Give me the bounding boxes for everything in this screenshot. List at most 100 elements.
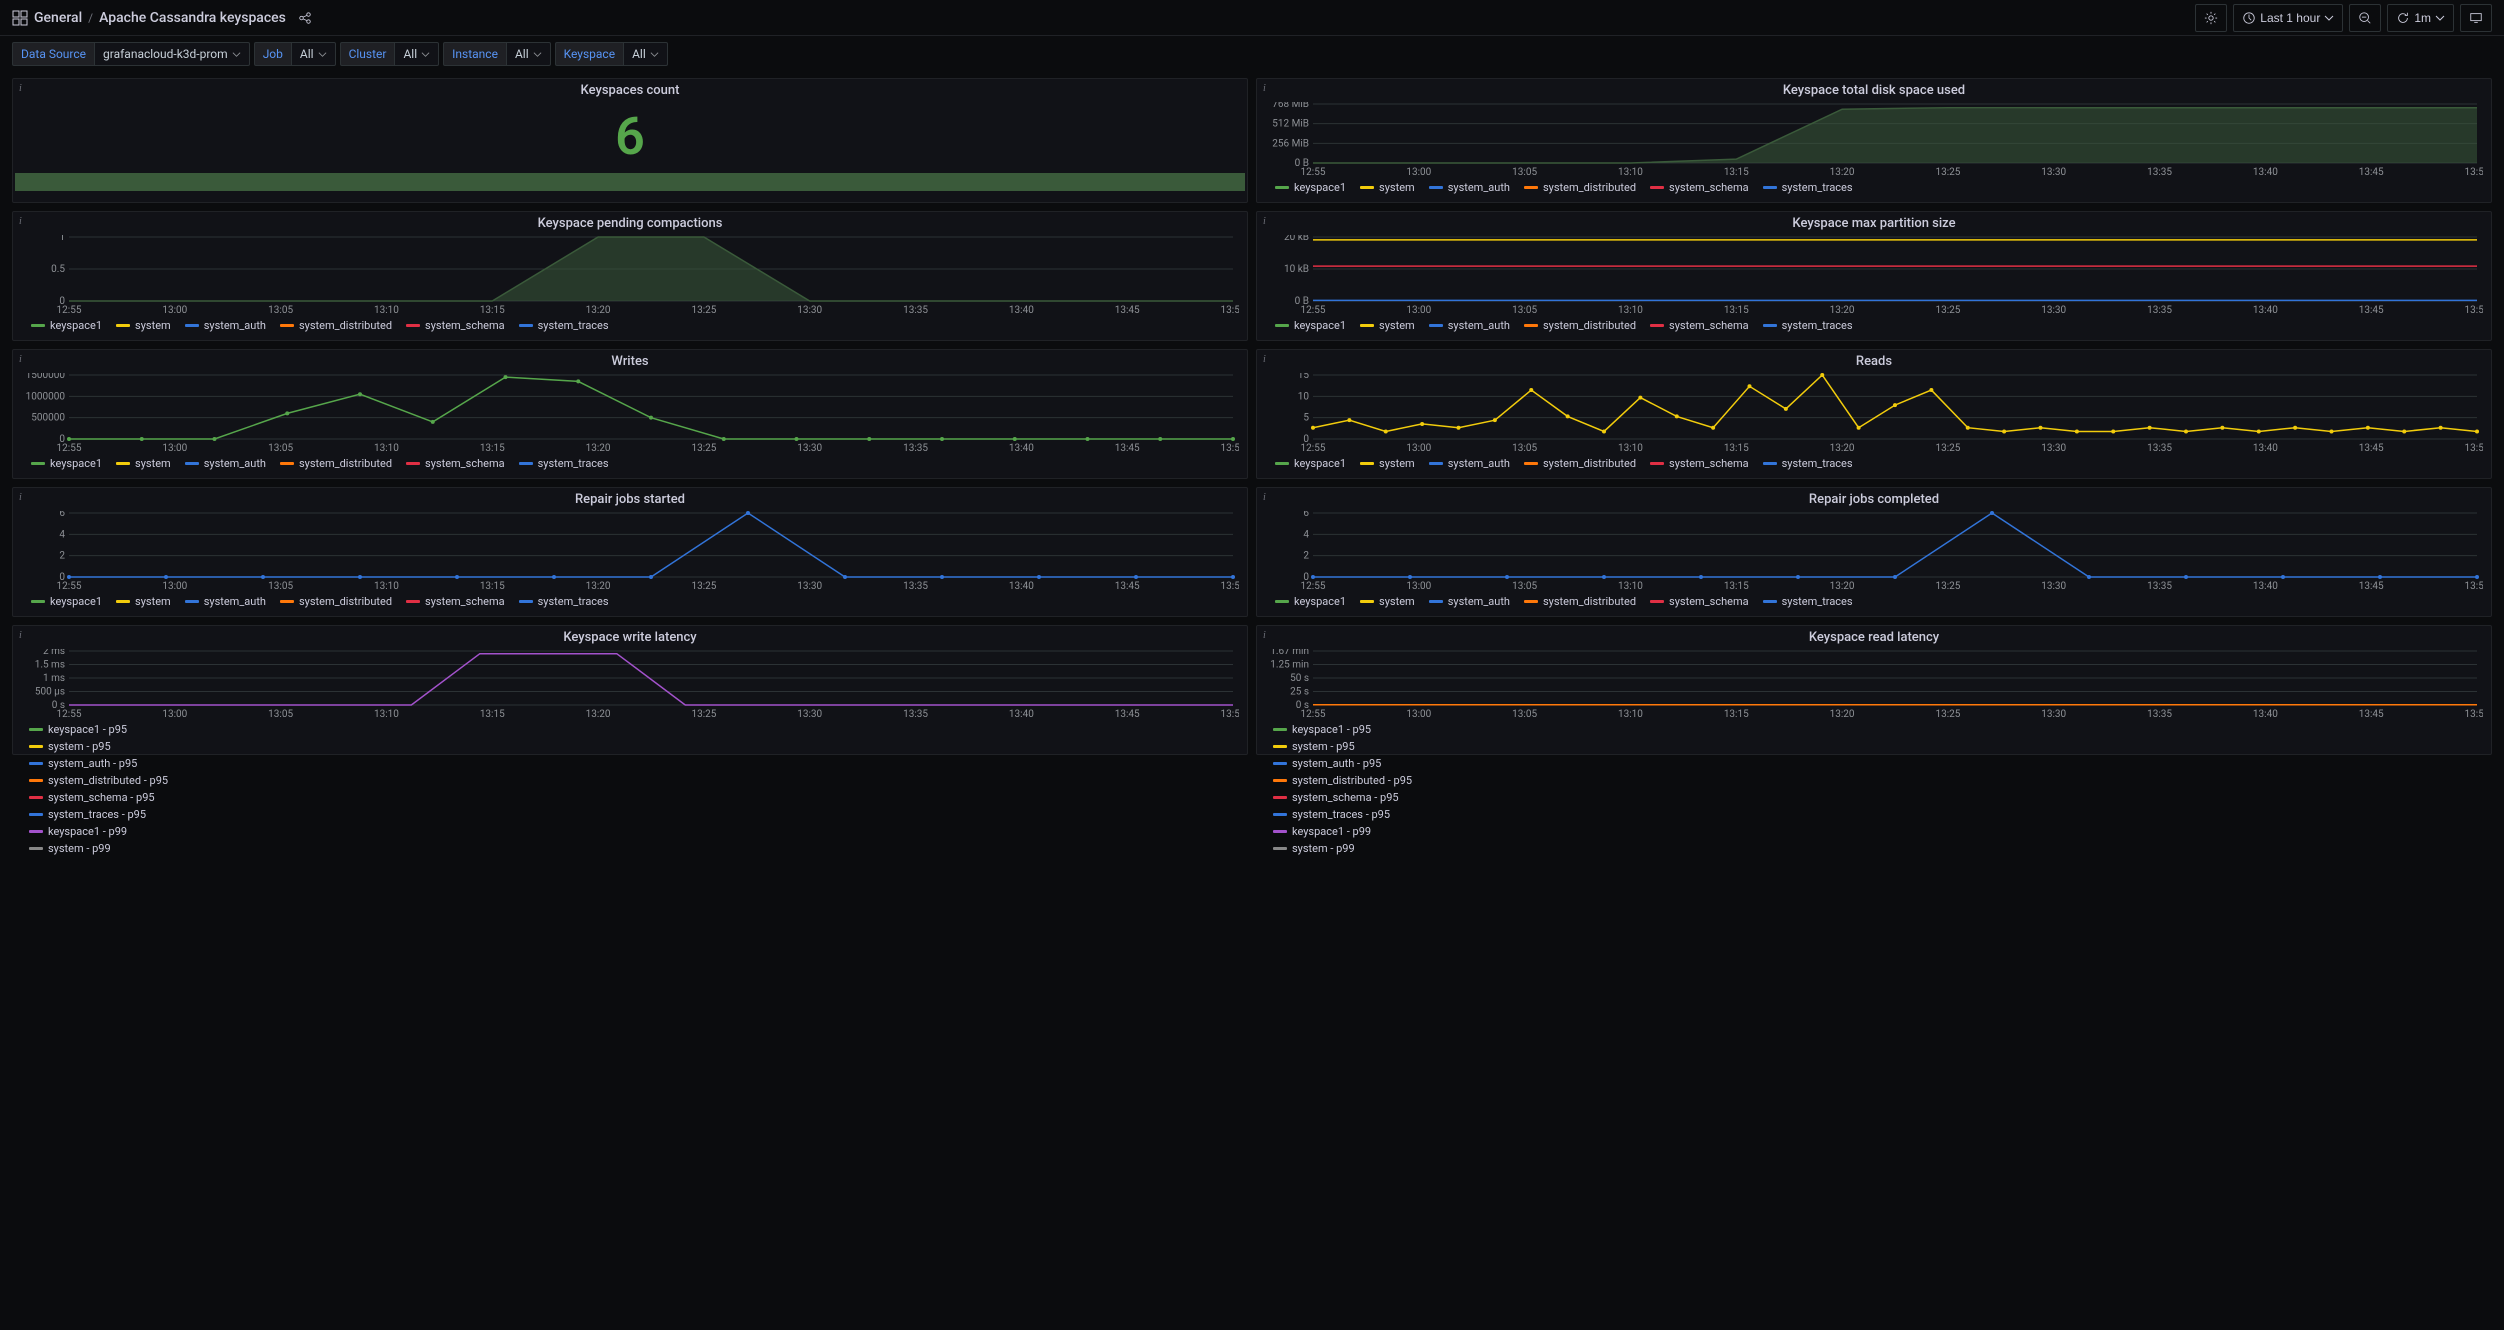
zoom-out-button[interactable] bbox=[2349, 4, 2381, 32]
chart-area[interactable]: 2 ms1.5 ms1 ms500 µs0 s12:5513:0013:0513… bbox=[21, 649, 1239, 719]
info-icon[interactable]: i bbox=[1263, 354, 1266, 365]
filter-keyspace[interactable]: Keyspace All bbox=[555, 42, 668, 66]
legend-item[interactable]: system - p95 bbox=[29, 740, 173, 753]
breadcrumb-folder[interactable]: General bbox=[34, 10, 82, 26]
info-icon[interactable]: i bbox=[1263, 216, 1266, 227]
legend-item[interactable]: system bbox=[1360, 595, 1415, 608]
legend-item[interactable]: system_distributed bbox=[1524, 181, 1636, 194]
legend-item[interactable]: system bbox=[116, 595, 171, 608]
legend-item[interactable]: system_schema bbox=[1650, 595, 1749, 608]
legend-item[interactable]: system_auth bbox=[185, 595, 266, 608]
legend-item[interactable]: system_schema bbox=[406, 319, 505, 332]
chart-area[interactable]: 1.67 min1.25 min50 s25 s0 s12:5513:0013:… bbox=[1265, 649, 2483, 719]
share-icon[interactable] bbox=[298, 11, 312, 25]
legend-item[interactable]: keyspace1 - p99 bbox=[29, 825, 173, 838]
legend-item[interactable]: system_distributed bbox=[1524, 595, 1636, 608]
legend-item[interactable]: system_auth - p95 bbox=[29, 757, 173, 770]
legend-item[interactable]: system_schema - p95 bbox=[29, 791, 173, 804]
legend-item[interactable]: system bbox=[1360, 181, 1415, 194]
legend-item[interactable]: system_schema bbox=[1650, 319, 1749, 332]
legend-item[interactable]: system - p99 bbox=[1273, 842, 1417, 855]
filter-data-source[interactable]: Data Source grafanacloud-k3d-prom bbox=[12, 42, 250, 66]
info-icon[interactable]: i bbox=[1263, 83, 1266, 94]
legend-item[interactable]: system bbox=[1360, 457, 1415, 470]
panel-disk-space[interactable]: i Keyspace total disk space used 768 MiB… bbox=[1256, 78, 2492, 203]
legend-item[interactable]: system_auth bbox=[1429, 595, 1510, 608]
chart-area[interactable]: 15000001000000500000012:5513:0013:0513:1… bbox=[21, 373, 1239, 453]
legend-item[interactable]: system_traces bbox=[1763, 457, 1853, 470]
filter-value[interactable]: All bbox=[623, 42, 668, 66]
info-icon[interactable]: i bbox=[1263, 630, 1266, 641]
info-icon[interactable]: i bbox=[19, 216, 22, 227]
legend-item[interactable]: system_distributed bbox=[280, 319, 392, 332]
panel-writes[interactable]: i Writes 15000001000000500000012:5513:00… bbox=[12, 349, 1248, 479]
legend-item[interactable]: keyspace1 bbox=[1275, 595, 1346, 608]
legend-item[interactable]: keyspace1 - p95 bbox=[29, 723, 173, 736]
legend-item[interactable]: system_distributed - p95 bbox=[1273, 774, 1417, 787]
info-icon[interactable]: i bbox=[19, 492, 22, 503]
legend-item[interactable]: system - p99 bbox=[29, 842, 173, 855]
chart-area[interactable]: 10.5012:5513:0013:0513:1013:1513:2013:25… bbox=[21, 235, 1239, 315]
chart-area[interactable]: 642012:5513:0013:0513:1013:1513:2013:251… bbox=[21, 511, 1239, 591]
panel-read-latency[interactable]: i Keyspace read latency 1.67 min1.25 min… bbox=[1256, 625, 2492, 755]
legend-item[interactable]: system_auth bbox=[1429, 181, 1510, 194]
filter-value[interactable]: All bbox=[506, 42, 551, 66]
panel-write-latency[interactable]: i Keyspace write latency 2 ms1.5 ms1 ms5… bbox=[12, 625, 1248, 755]
legend-item[interactable]: keyspace1 bbox=[1275, 181, 1346, 194]
legend-item[interactable]: system_distributed bbox=[1524, 319, 1636, 332]
legend-item[interactable]: system_schema - p95 bbox=[1273, 791, 1417, 804]
panel-repair-completed[interactable]: i Repair jobs completed 642012:5513:0013… bbox=[1256, 487, 2492, 617]
legend-item[interactable]: system bbox=[116, 457, 171, 470]
legend-item[interactable]: keyspace1 bbox=[31, 319, 102, 332]
refresh-button[interactable]: 1m bbox=[2387, 4, 2454, 32]
chart-area[interactable]: 642012:5513:0013:0513:1013:1513:2013:251… bbox=[1265, 511, 2483, 591]
legend-item[interactable]: system_traces bbox=[519, 595, 609, 608]
legend-item[interactable]: system_distributed bbox=[280, 595, 392, 608]
filter-job[interactable]: Job All bbox=[254, 42, 336, 66]
legend-item[interactable]: system_auth bbox=[185, 319, 266, 332]
legend-item[interactable]: system - p95 bbox=[1273, 740, 1417, 753]
legend-item[interactable]: system_distributed - p95 bbox=[29, 774, 173, 787]
monitor-button[interactable] bbox=[2460, 4, 2492, 32]
legend-item[interactable]: system bbox=[116, 319, 171, 332]
time-range-button[interactable]: Last 1 hour bbox=[2233, 4, 2343, 32]
filter-cluster[interactable]: Cluster All bbox=[340, 42, 440, 66]
panel-repair-started[interactable]: i Repair jobs started 642012:5513:0013:0… bbox=[12, 487, 1248, 617]
legend-item[interactable]: system_traces bbox=[1763, 595, 1853, 608]
filter-instance[interactable]: Instance All bbox=[443, 42, 550, 66]
panel-max-partition[interactable]: i Keyspace max partition size 20 kB10 kB… bbox=[1256, 211, 2492, 341]
legend-item[interactable]: keyspace1 - p99 bbox=[1273, 825, 1417, 838]
legend-item[interactable]: system bbox=[1360, 319, 1415, 332]
legend-item[interactable]: system_distributed bbox=[280, 457, 392, 470]
legend-item[interactable]: keyspace1 bbox=[31, 595, 102, 608]
legend-item[interactable]: system_traces - p95 bbox=[29, 808, 173, 821]
chart-area[interactable]: 15105012:5513:0013:0513:1013:1513:2013:2… bbox=[1265, 373, 2483, 453]
filter-value[interactable]: All bbox=[394, 42, 439, 66]
info-icon[interactable]: i bbox=[1263, 492, 1266, 503]
legend-item[interactable]: keyspace1 - p95 bbox=[1273, 723, 1417, 736]
panel-keyspaces-count[interactable]: i Keyspaces count 6 bbox=[12, 78, 1248, 203]
info-icon[interactable]: i bbox=[19, 630, 22, 641]
legend-item[interactable]: system_auth bbox=[1429, 319, 1510, 332]
settings-button[interactable] bbox=[2195, 4, 2227, 32]
legend-item[interactable]: system_traces bbox=[1763, 181, 1853, 194]
legend-item[interactable]: keyspace1 bbox=[31, 457, 102, 470]
legend-item[interactable]: system_schema bbox=[1650, 181, 1749, 194]
legend-item[interactable]: system_traces bbox=[519, 457, 609, 470]
chart-area[interactable]: 768 MiB512 MiB256 MiB0 B12:5513:0013:051… bbox=[1265, 102, 2483, 177]
dashboard-icon[interactable] bbox=[12, 10, 28, 26]
info-icon[interactable]: i bbox=[19, 83, 22, 94]
legend-item[interactable]: keyspace1 bbox=[1275, 319, 1346, 332]
filter-value[interactable]: All bbox=[291, 42, 336, 66]
legend-item[interactable]: system_distributed bbox=[1524, 457, 1636, 470]
legend-item[interactable]: system_schema bbox=[1650, 457, 1749, 470]
breadcrumb-title[interactable]: Apache Cassandra keyspaces bbox=[99, 10, 286, 26]
legend-item[interactable]: system_auth - p95 bbox=[1273, 757, 1417, 770]
legend-item[interactable]: system_traces bbox=[1763, 319, 1853, 332]
legend-item[interactable]: system_traces - p95 bbox=[1273, 808, 1417, 821]
legend-item[interactable]: keyspace1 bbox=[1275, 457, 1346, 470]
filter-value[interactable]: grafanacloud-k3d-prom bbox=[94, 42, 250, 66]
panel-reads[interactable]: i Reads 15105012:5513:0013:0513:1013:151… bbox=[1256, 349, 2492, 479]
legend-item[interactable]: system_schema bbox=[406, 457, 505, 470]
info-icon[interactable]: i bbox=[19, 354, 22, 365]
